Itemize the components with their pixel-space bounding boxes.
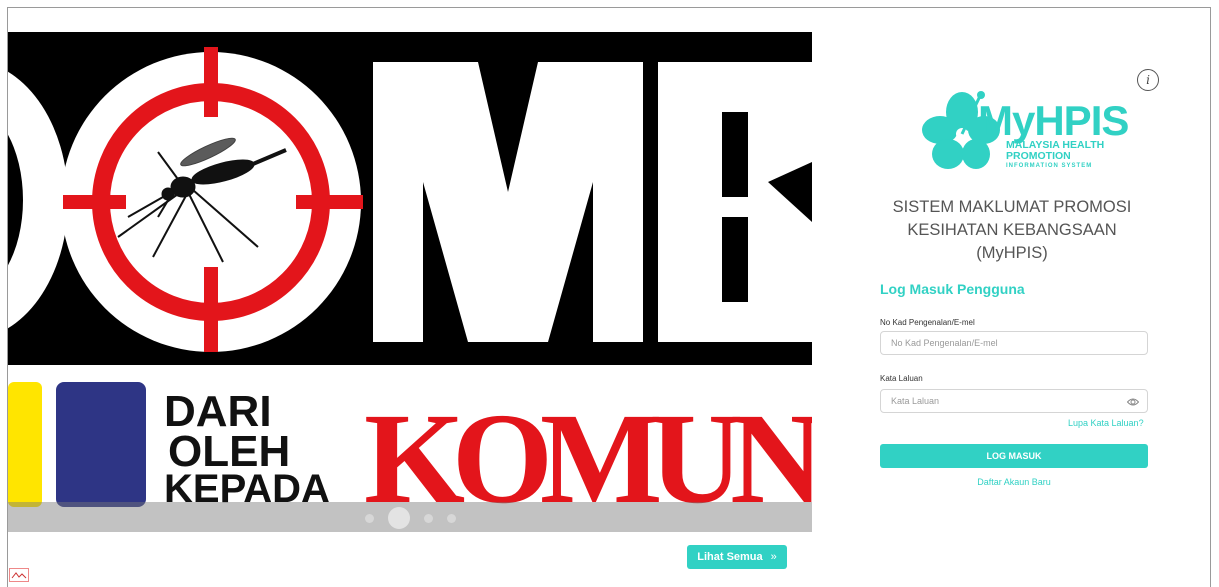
carousel-dot[interactable] bbox=[423, 513, 433, 523]
login-heading: Log Masuk Pengguna bbox=[880, 281, 1025, 297]
carousel-dot[interactable] bbox=[446, 513, 456, 523]
carousel-dot[interactable] bbox=[364, 513, 374, 523]
logo-name: MyHPIS bbox=[978, 97, 1129, 144]
id-input[interactable] bbox=[881, 332, 1131, 354]
password-field-wrapper bbox=[880, 389, 1148, 413]
banner-image: DARI OLEH KEPADA KOMUN bbox=[8, 32, 812, 532]
view-all-label: Lihat Semua bbox=[697, 551, 763, 563]
forgot-password-link[interactable]: Lupa Kata Laluan? bbox=[1068, 418, 1144, 428]
system-title-line3: (MyHPIS) bbox=[976, 244, 1048, 262]
banner-carousel[interactable]: DARI OLEH KEPADA KOMUN bbox=[8, 32, 812, 532]
view-all-button[interactable]: Lihat Semua » bbox=[687, 545, 787, 569]
image-placeholder-icon bbox=[9, 568, 29, 582]
register-link[interactable]: Daftar Akaun Baru bbox=[880, 477, 1148, 487]
login-panel: i MyHPIS MALAYSIA HEALTH PROMOTION INFOR… bbox=[812, 8, 1210, 583]
password-input[interactable] bbox=[881, 390, 1131, 412]
id-field-wrapper bbox=[880, 331, 1148, 355]
myhpis-logo: MyHPIS MALAYSIA HEALTH PROMOTION INFORMA… bbox=[922, 90, 1129, 182]
carousel-indicators bbox=[8, 504, 812, 532]
id-label: No Kad Pengenalan/E-mel bbox=[880, 318, 975, 327]
chevron-right-icon: » bbox=[770, 551, 777, 563]
logo-line2: PROMOTION bbox=[1006, 150, 1071, 162]
system-title-line1: SISTEM MAKLUMAT PROMOSI bbox=[892, 198, 1132, 216]
system-title: SISTEM MAKLUMAT PROMOSI KESIHATAN KEBANG… bbox=[852, 196, 1172, 265]
system-title-line2: KESIHATAN KEBANGSAAN bbox=[907, 221, 1117, 239]
password-label: Kata Laluan bbox=[880, 374, 923, 383]
info-icon[interactable]: i bbox=[1137, 69, 1159, 91]
logo-line3: INFORMATION SYSTEM bbox=[1006, 163, 1093, 169]
carousel-dot-active[interactable] bbox=[387, 507, 410, 529]
login-button[interactable]: LOG MASUK bbox=[880, 444, 1148, 468]
eye-icon[interactable] bbox=[1127, 396, 1139, 408]
